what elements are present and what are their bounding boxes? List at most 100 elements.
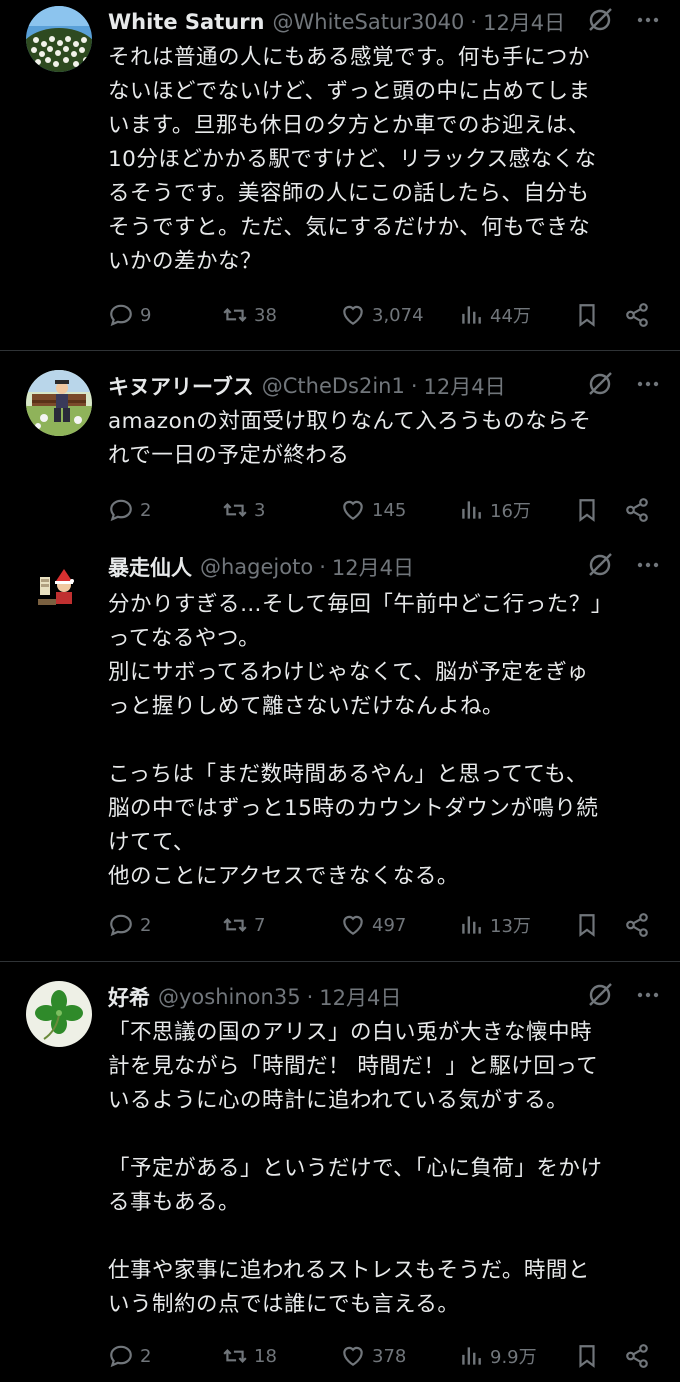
reply-count: 2 bbox=[140, 914, 152, 936]
bookmark-icon bbox=[579, 1345, 595, 1368]
view-count: 44万 bbox=[490, 306, 531, 327]
views-icon bbox=[462, 916, 481, 934]
more-icon[interactable] bbox=[636, 372, 660, 401]
views-button[interactable]: 9.9万 bbox=[458, 1341, 537, 1371]
separator-dot: · bbox=[319, 555, 326, 579]
share-button[interactable] bbox=[624, 910, 650, 940]
post-text: amazonの対面受け取りなんて入ろうものならそ れで一日の予定が終わる bbox=[108, 409, 592, 468]
repost-count: 18 bbox=[254, 1345, 277, 1367]
post-3[interactable]: 暴走仙人 @hagejoto · 12月4日 分かりすぎる…そして毎回「午前中ど… bbox=[0, 541, 680, 961]
views-button[interactable]: 16万 bbox=[458, 495, 531, 525]
grok-icon[interactable] bbox=[586, 551, 614, 584]
repost-icon bbox=[223, 308, 247, 322]
bookmark-icon bbox=[579, 304, 595, 327]
post-date[interactable]: 12月4日 bbox=[332, 552, 414, 582]
share-icon bbox=[626, 913, 648, 937]
view-count: 13万 bbox=[490, 916, 531, 937]
reply-icon bbox=[110, 1345, 132, 1368]
repost-button[interactable]: 3 bbox=[222, 495, 265, 525]
heart-icon bbox=[343, 305, 363, 325]
display-name[interactable]: キヌアリーブス bbox=[108, 371, 254, 401]
like-button[interactable]: 3,074 bbox=[340, 300, 424, 330]
reply-icon bbox=[110, 499, 132, 522]
like-count: 3,074 bbox=[372, 304, 424, 326]
heart-icon bbox=[343, 915, 363, 935]
like-count: 378 bbox=[372, 1345, 407, 1367]
share-icon bbox=[626, 303, 648, 327]
bookmark-button[interactable] bbox=[574, 1341, 600, 1371]
user-handle[interactable]: @CtheDs2in1 bbox=[262, 374, 405, 398]
post-text: それは普通の人にもある感覚です。何も手につか ないほどでないけど、ずっと頭の中に… bbox=[108, 45, 597, 274]
share-icon bbox=[626, 1344, 648, 1368]
action-bar: 9 38 3,074 44万 bbox=[108, 300, 653, 330]
view-count: 16万 bbox=[490, 501, 531, 522]
grok-icon[interactable] bbox=[586, 6, 614, 39]
bookmark-button[interactable] bbox=[574, 495, 600, 525]
repost-count: 7 bbox=[254, 914, 266, 936]
like-button[interactable]: 497 bbox=[340, 910, 406, 940]
reply-count: 2 bbox=[140, 499, 152, 521]
more-icon[interactable] bbox=[636, 553, 660, 582]
avatar-white-saturn[interactable] bbox=[26, 6, 92, 72]
like-button[interactable]: 378 bbox=[340, 1341, 406, 1371]
display-name[interactable]: 暴走仙人 bbox=[108, 552, 192, 582]
share-button[interactable] bbox=[624, 300, 650, 330]
action-bar: 2 3 145 16万 bbox=[108, 495, 653, 525]
reply-icon bbox=[110, 304, 132, 327]
repost-button[interactable]: 18 bbox=[222, 1341, 277, 1371]
more-icon[interactable] bbox=[636, 983, 660, 1012]
separator-dot: · bbox=[410, 374, 418, 398]
separator-dot: · bbox=[470, 10, 478, 34]
avatar-bousou-sennin[interactable] bbox=[26, 551, 92, 617]
grok-icon[interactable] bbox=[586, 981, 614, 1014]
post-text: 分かりすぎる…そして毎回「午前中どこ行った？」 ってなるやつ。 別にサボってるわ… bbox=[108, 592, 613, 889]
avatar-yoshinon[interactable] bbox=[26, 981, 92, 1047]
repost-button[interactable]: 7 bbox=[222, 910, 265, 940]
post-text: 「不思議の国のアリス」の白い兎が大きな懐中時 計を見ながら「時間だ！ 時間だ！」… bbox=[108, 1020, 603, 1317]
post-date[interactable]: 12月4日 bbox=[424, 371, 506, 401]
repost-icon bbox=[223, 918, 247, 932]
avatar-kinuareebusu[interactable] bbox=[26, 370, 92, 436]
views-icon bbox=[462, 306, 481, 324]
action-bar: 2 7 497 13万 bbox=[108, 910, 653, 940]
separator-dot: · bbox=[306, 985, 314, 1009]
like-count: 497 bbox=[372, 914, 407, 936]
repost-count: 3 bbox=[254, 499, 266, 521]
repost-button[interactable]: 38 bbox=[222, 300, 277, 330]
views-button[interactable]: 13万 bbox=[458, 910, 531, 940]
heart-icon bbox=[343, 1346, 363, 1366]
view-count: 9.9万 bbox=[490, 1347, 537, 1368]
bookmark-button[interactable] bbox=[574, 910, 600, 940]
share-button[interactable] bbox=[624, 1341, 650, 1371]
display-name[interactable]: White Saturn bbox=[108, 10, 265, 34]
post-date[interactable]: 12月4日 bbox=[319, 982, 401, 1012]
display-name[interactable]: 好希 bbox=[108, 982, 150, 1012]
reply-count: 9 bbox=[140, 304, 152, 326]
reply-button[interactable]: 9 bbox=[108, 300, 151, 330]
views-icon bbox=[462, 1347, 481, 1365]
share-button[interactable] bbox=[624, 495, 650, 525]
grok-icon[interactable] bbox=[586, 370, 614, 403]
repost-icon bbox=[223, 503, 247, 517]
action-bar: 2 18 378 9.9万 bbox=[108, 1341, 653, 1371]
reply-button[interactable]: 2 bbox=[108, 1341, 151, 1371]
user-handle[interactable]: @hagejoto bbox=[200, 555, 313, 579]
heart-icon bbox=[343, 500, 363, 520]
user-handle[interactable]: @WhiteSatur3040 bbox=[273, 10, 465, 34]
user-handle[interactable]: @yoshinon35 bbox=[158, 985, 301, 1009]
post-date[interactable]: 12月4日 bbox=[483, 7, 565, 37]
reply-button[interactable]: 2 bbox=[108, 910, 151, 940]
bookmark-button[interactable] bbox=[574, 300, 600, 330]
reply-count: 2 bbox=[140, 1345, 152, 1367]
reply-button[interactable]: 2 bbox=[108, 495, 151, 525]
views-icon bbox=[462, 501, 481, 519]
more-icon[interactable] bbox=[636, 8, 660, 37]
share-icon bbox=[626, 498, 648, 522]
post-4[interactable]: 好希 @yoshinon35 · 12月4日 「不思議の国のアリス」の白い兎が大… bbox=[0, 962, 680, 1382]
views-button[interactable]: 44万 bbox=[458, 300, 531, 330]
repost-icon bbox=[223, 1349, 247, 1363]
post-2[interactable]: キヌアリーブス @CtheDs2in1 · 12月4日 amazonの対面受け取… bbox=[0, 351, 680, 541]
like-button[interactable]: 145 bbox=[340, 495, 406, 525]
post-1[interactable]: White Saturn @WhiteSatur3040 · 12月4日 それは… bbox=[0, 0, 680, 350]
like-count: 145 bbox=[372, 499, 407, 521]
